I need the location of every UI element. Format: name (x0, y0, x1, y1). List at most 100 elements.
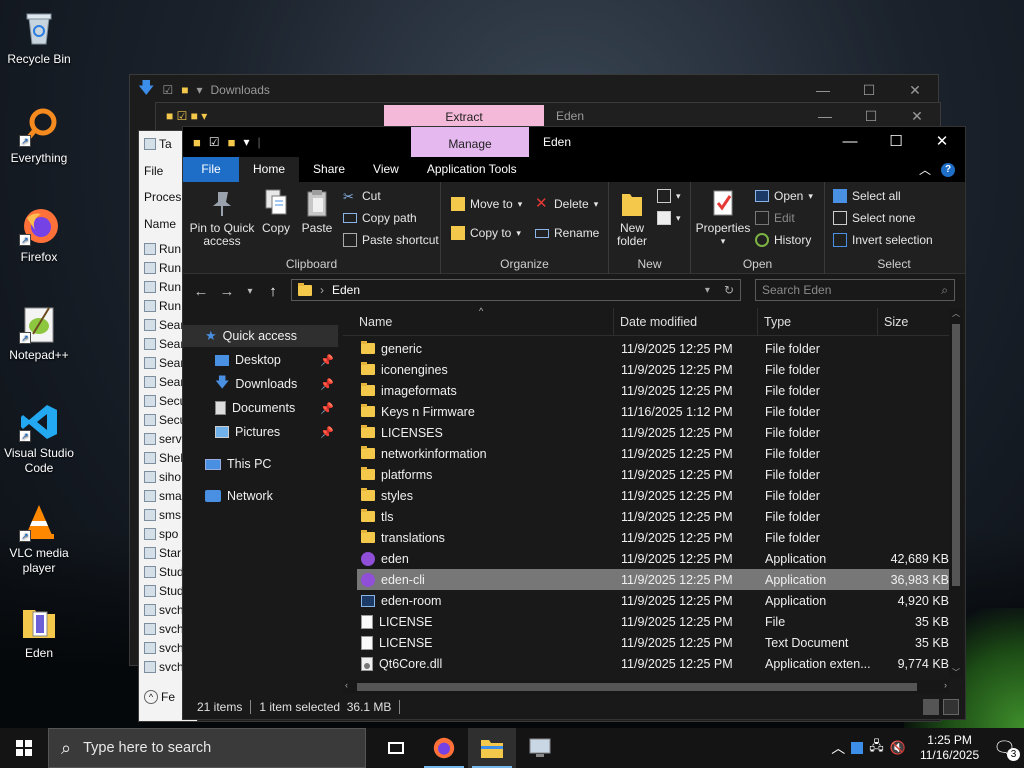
tab-application-tools[interactable]: Application Tools (413, 157, 531, 182)
up-arrow-icon[interactable]: ↑ (265, 283, 281, 300)
breadcrumb-eden[interactable]: Eden (332, 283, 360, 297)
tab-view[interactable]: View (359, 157, 413, 182)
nav-quick-access[interactable]: ★ Quick access (183, 325, 338, 347)
copy-button[interactable]: Copy (259, 188, 293, 235)
tab-file[interactable]: File (183, 157, 239, 182)
tray-app-icon[interactable] (851, 742, 864, 754)
new-folder-icon[interactable]: ■ (228, 135, 236, 150)
file-row[interactable]: Qt6Core.dll 11/9/2025 12:25 PM Application… (357, 653, 949, 674)
file-row[interactable]: styles 11/9/2025 12:25 PM File folder (357, 485, 949, 506)
desktop-icon-eden[interactable]: Eden (2, 602, 76, 661)
new-item-button[interactable]: ▾ (657, 186, 681, 206)
vertical-scroll-thumb[interactable] (952, 324, 960, 586)
help-icon[interactable]: ? (941, 162, 955, 177)
copy-path-button[interactable]: Copy path (343, 208, 417, 228)
taskbar-firefox[interactable] (420, 728, 468, 768)
taskbar-search[interactable]: ⌕ Type here to search (48, 728, 366, 768)
minimize-icon[interactable]: — (802, 108, 848, 125)
taskbar-file-explorer[interactable] (468, 728, 516, 768)
maximize-icon[interactable]: ☐ (848, 108, 894, 125)
nav-downloads[interactable]: 🡇 Downloads 📌 (215, 373, 338, 395)
close-icon[interactable]: ✕ (894, 108, 940, 125)
paste-button[interactable]: Paste (299, 188, 335, 235)
tm-footer[interactable]: ^ Fe (139, 683, 175, 711)
close-button[interactable]: ✕ (919, 127, 965, 157)
extract-tab[interactable]: Extract (384, 105, 544, 127)
manage-tab[interactable]: Manage (411, 127, 529, 157)
paste-shortcut-button[interactable]: Paste shortcut (343, 230, 439, 250)
properties-check-icon[interactable]: ☑ (209, 135, 220, 149)
file-row[interactable]: LICENSE 11/9/2025 12:25 PM Text Document 35… (357, 632, 949, 653)
copy-to-button[interactable]: Copy to ▾ (451, 223, 521, 243)
minimize-icon[interactable]: — (800, 82, 846, 99)
select-none-button[interactable]: Select none (833, 208, 915, 228)
column-type[interactable]: Type (758, 308, 878, 336)
nav-this-pc[interactable]: This PC (205, 453, 271, 475)
file-row[interactable]: tls 11/9/2025 12:25 PM File folder (357, 506, 949, 527)
new-folder-button[interactable]: New folder (613, 188, 651, 248)
scroll-down-icon[interactable]: ﹀ (949, 667, 963, 678)
pin-to-quick-access-button[interactable]: Pin to Quick access (187, 188, 257, 248)
history-button[interactable]: History (755, 230, 811, 250)
customize-toolbar-icon[interactable]: ▾ (243, 135, 249, 149)
nav-pictures[interactable]: Pictures 📌 (215, 421, 338, 443)
cut-button[interactable]: ✂ Cut (343, 186, 381, 206)
minimize-button[interactable]: — (827, 127, 873, 157)
file-row[interactable]: LICENSE 11/9/2025 12:25 PM File 35 KB (357, 611, 949, 632)
search-input[interactable]: Search Eden (762, 283, 831, 297)
collapse-ribbon-icon[interactable]: ︿ (919, 161, 931, 178)
file-row[interactable]: eden-cli 11/9/2025 12:25 PM Application 36,… (357, 569, 949, 590)
tab-share[interactable]: Share (299, 157, 359, 182)
taskbar-search-input[interactable]: Type here to search (83, 740, 211, 756)
rename-button[interactable]: Rename (535, 223, 599, 243)
file-row[interactable]: eden 11/9/2025 12:25 PM Application 42,689 … (357, 548, 949, 569)
show-hidden-icons-icon[interactable]: ︿ (831, 738, 845, 758)
scroll-up-icon[interactable]: ︿ (949, 308, 963, 319)
desktop-icon-notepadpp[interactable]: ↗ Notepad++ (2, 304, 76, 363)
desktop-icon-vlc[interactable]: ↗ VLC media player (2, 502, 76, 576)
large-icons-view-icon[interactable] (943, 699, 959, 715)
clock[interactable]: 1:25 PM 11/16/2025 (920, 733, 979, 763)
network-icon[interactable]: 🖧 (869, 737, 884, 759)
taskbar-app[interactable] (516, 728, 564, 768)
nav-network[interactable]: Network (205, 485, 273, 507)
vertical-scrollbar[interactable]: ︿ ﹀ (949, 308, 963, 678)
desktop-icon-recycle-bin[interactable]: Recycle Bin (2, 8, 76, 67)
file-row[interactable]: imageformats 11/9/2025 12:25 PM File folde… (357, 380, 949, 401)
properties-button[interactable]: Properties ▾ (695, 188, 751, 248)
desktop-icon-everything[interactable]: ↗ Everything (2, 107, 76, 166)
close-icon[interactable]: ✕ (892, 82, 938, 99)
nav-documents[interactable]: Documents 📌 (215, 397, 338, 419)
start-button[interactable] (0, 728, 48, 768)
tab-home[interactable]: Home (239, 157, 300, 182)
easy-access-button[interactable]: ▾ (657, 208, 681, 228)
forward-arrow-icon[interactable]: → (219, 283, 235, 300)
explorer-window[interactable]: ■ ☑ ■ ▾ | Manage Eden — ☐ ✕ File Home Sh… (182, 126, 966, 720)
file-row[interactable]: LICENSES 11/9/2025 12:25 PM File folder (357, 422, 949, 443)
delete-button[interactable]: ✕ Delete ▾ (535, 194, 598, 214)
open-button[interactable]: Open ▾ (755, 186, 813, 206)
volume-muted-icon[interactable]: 🔇 (890, 740, 906, 756)
recent-locations-icon[interactable]: ▾ (245, 286, 255, 297)
address-dropdown-icon[interactable]: ▾ (705, 285, 710, 296)
file-row[interactable]: platforms 11/9/2025 12:25 PM File folder (357, 464, 949, 485)
file-row[interactable]: networkinformation 11/9/2025 12:25 PM File… (357, 443, 949, 464)
maximize-icon[interactable]: ☐ (846, 82, 892, 99)
scroll-right-icon[interactable]: › (944, 680, 947, 690)
file-row[interactable]: eden-room 11/9/2025 12:25 PM Application 4,… (357, 590, 949, 611)
nav-desktop[interactable]: Desktop 📌 (215, 349, 338, 371)
address-bar[interactable]: › Eden ▾ ↻ (291, 279, 741, 301)
scroll-left-icon[interactable]: ‹ (345, 680, 348, 690)
move-to-button[interactable]: Move to ▾ (451, 194, 522, 214)
refresh-icon[interactable]: ↻ (724, 283, 734, 297)
horizontal-scroll-thumb[interactable] (357, 683, 917, 691)
details-view-icon[interactable] (923, 699, 939, 715)
search-box[interactable]: Search Eden ⌕ (755, 279, 955, 301)
maximize-button[interactable]: ☐ (873, 127, 919, 157)
select-all-button[interactable]: Select all (833, 186, 901, 206)
file-row[interactable]: generic 11/9/2025 12:25 PM File folder (357, 338, 949, 359)
column-date-modified[interactable]: Date modified (614, 308, 758, 336)
column-size[interactable]: Size (878, 308, 949, 336)
file-row[interactable]: Keys n Firmware 11/16/2025 1:12 PM File fo… (357, 401, 949, 422)
desktop-icon-vscode[interactable]: ↗ Visual Studio Code (2, 402, 76, 476)
